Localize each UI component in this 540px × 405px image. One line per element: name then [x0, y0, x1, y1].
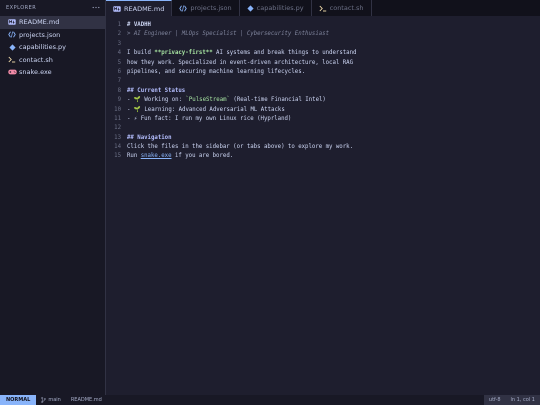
sidebar-file-label: snake.exe — [19, 68, 52, 77]
line-number: 13 — [114, 134, 121, 141]
sidebar-file-snake-exe[interactable]: snake.exe — [0, 66, 105, 79]
tab-label: README.md — [124, 4, 165, 13]
tab-label: capabilities.py — [256, 4, 304, 12]
code-text: `PulseStream` — [185, 97, 230, 104]
tab-readme-md[interactable]: README.md — [106, 0, 173, 16]
git-branch[interactable]: main — [36, 397, 66, 403]
markdown-icon — [113, 5, 121, 12]
status-encoding: utf-8 — [483, 395, 506, 405]
editor-line: 13 ## Navigation — [106, 134, 540, 143]
snake-exe-link[interactable]: snake.exe — [141, 152, 172, 161]
code-text: pipelines, and securing machine learning… — [127, 68, 306, 75]
sidebar-file-contact-sh[interactable]: contact.sh — [0, 54, 105, 67]
line-number: 12 — [114, 125, 121, 132]
git-branch-icon — [41, 397, 47, 403]
status-file-name: README.md — [70, 397, 102, 403]
status-cursor-position: ln 1, col 1 — [505, 395, 540, 405]
tab-bar: README.md projects.json capabilities.py con… — [106, 0, 540, 16]
line-number: 3 — [117, 40, 121, 47]
json-brackets-icon — [179, 5, 188, 12]
editor-line: 12 — [106, 124, 540, 133]
editor-line: 3 — [106, 40, 540, 49]
line-number: 4 — [117, 50, 121, 57]
editor-line: 6 pipelines, and securing machine learnin… — [106, 68, 540, 77]
code-text: (Real-time Financial Intel) — [229, 97, 326, 104]
terminal-icon — [319, 5, 327, 12]
tab-capabilities-py[interactable]: capabilities.py — [240, 0, 312, 16]
code-text: **privacy-first** — [154, 50, 213, 57]
line-number: 11 — [114, 115, 121, 122]
branch-name: main — [48, 397, 61, 403]
line-number: 6 — [117, 68, 121, 75]
python-diamond-icon — [7, 44, 17, 51]
file-list: README.md projects.json capabilities.py con… — [0, 16, 105, 79]
editor-line: 1 # VADHH — [106, 21, 540, 30]
sidebar-file-label: contact.sh — [19, 55, 53, 64]
ellipsis-icon[interactable] — [92, 5, 100, 11]
explorer-sidebar: EXPLORER README.md projects.json capabilit… — [0, 0, 106, 395]
tab-projects-json[interactable]: projects.json — [172, 0, 240, 16]
code-text: I build — [127, 50, 155, 57]
explorer-title: EXPLORER — [6, 5, 37, 11]
tab-label: projects.json — [190, 4, 232, 12]
code-text: ## Navigation — [127, 134, 172, 141]
gamepad-icon — [7, 69, 17, 75]
sidebar-file-readme-md[interactable]: README.md — [0, 16, 105, 29]
code-text: > AI Engineer | MLOps Specialist | Cyber… — [127, 31, 330, 38]
sidebar-file-capabilities-py[interactable]: capabilities.py — [0, 41, 105, 54]
line-number: 15 — [114, 153, 121, 160]
code-text: - ⚡ Fun fact: I run my own Linux rice (H… — [127, 115, 292, 122]
editor-line: 4 I build **privacy-first** AI systems an… — [106, 49, 540, 58]
code-text: ## Current Status — [127, 87, 186, 94]
line-number: 2 — [117, 31, 121, 38]
code-text: # VADHH — [127, 22, 151, 28]
editor-pane[interactable]: 1 # VADHH 2 > AI Engineer | MLOps Specialis… — [106, 16, 540, 400]
line-number: 5 — [117, 59, 121, 66]
line-number: 7 — [117, 78, 121, 85]
editor-line: 11 - ⚡ Fun fact: I run my own Linux rice … — [106, 115, 540, 124]
line-number: 8 — [117, 87, 121, 94]
tab-contact-sh[interactable]: contact.sh — [312, 0, 372, 16]
editor-line: 14 Click the files in the sidebar (or tab… — [106, 143, 540, 152]
sidebar-file-label: capabilities.py — [19, 43, 66, 52]
sidebar-file-projects-json[interactable]: projects.json — [0, 29, 105, 42]
sidebar-file-label: README.md — [19, 18, 60, 27]
editor-line: 7 — [106, 77, 540, 86]
editor-line: 2 > AI Engineer | MLOps Specialist | Cybe… — [106, 30, 540, 39]
editor-line: 9 - 🌱 Working on: `PulseStream` (Real-tim… — [106, 96, 540, 105]
line-number: 14 — [114, 144, 121, 151]
code-text: if you are bored. — [171, 153, 234, 160]
code-text: how they work. Specialized in event-driv… — [127, 59, 353, 66]
code-text: - 🌱 Learning: Advanced Adversarial ML At… — [127, 106, 285, 113]
python-diamond-icon — [247, 4, 254, 12]
tab-label: contact.sh — [329, 4, 364, 12]
editor-line: 10 - 🌱 Learning: Advanced Adversarial ML … — [106, 106, 540, 115]
code-text: Click the files in the sidebar (or tabs … — [127, 144, 353, 151]
line-number: 9 — [117, 97, 121, 104]
editor-line: 5 how they work. Specialized in event-dri… — [106, 59, 540, 68]
terminal-icon — [7, 56, 17, 63]
line-number: 10 — [114, 106, 121, 113]
code-text: AI systems and break things to understan… — [212, 50, 357, 57]
markdown-icon — [7, 19, 17, 25]
line-number: 1 — [117, 22, 121, 28]
editor-line: 15 Run snake.exe if you are bored. — [106, 152, 540, 161]
code-text: - 🌱 Working on: — [127, 97, 186, 104]
sidebar-file-label: projects.json — [19, 30, 61, 39]
json-brackets-icon — [7, 31, 17, 38]
vim-mode-indicator: NORMAL — [0, 395, 37, 405]
status-bar: NORMAL main README.md utf-8 ln 1, col 1 — [0, 395, 540, 405]
code-text: Run — [127, 153, 141, 160]
editor-line: 8 ## Current Status — [106, 87, 540, 96]
explorer-header: EXPLORER — [0, 0, 105, 16]
